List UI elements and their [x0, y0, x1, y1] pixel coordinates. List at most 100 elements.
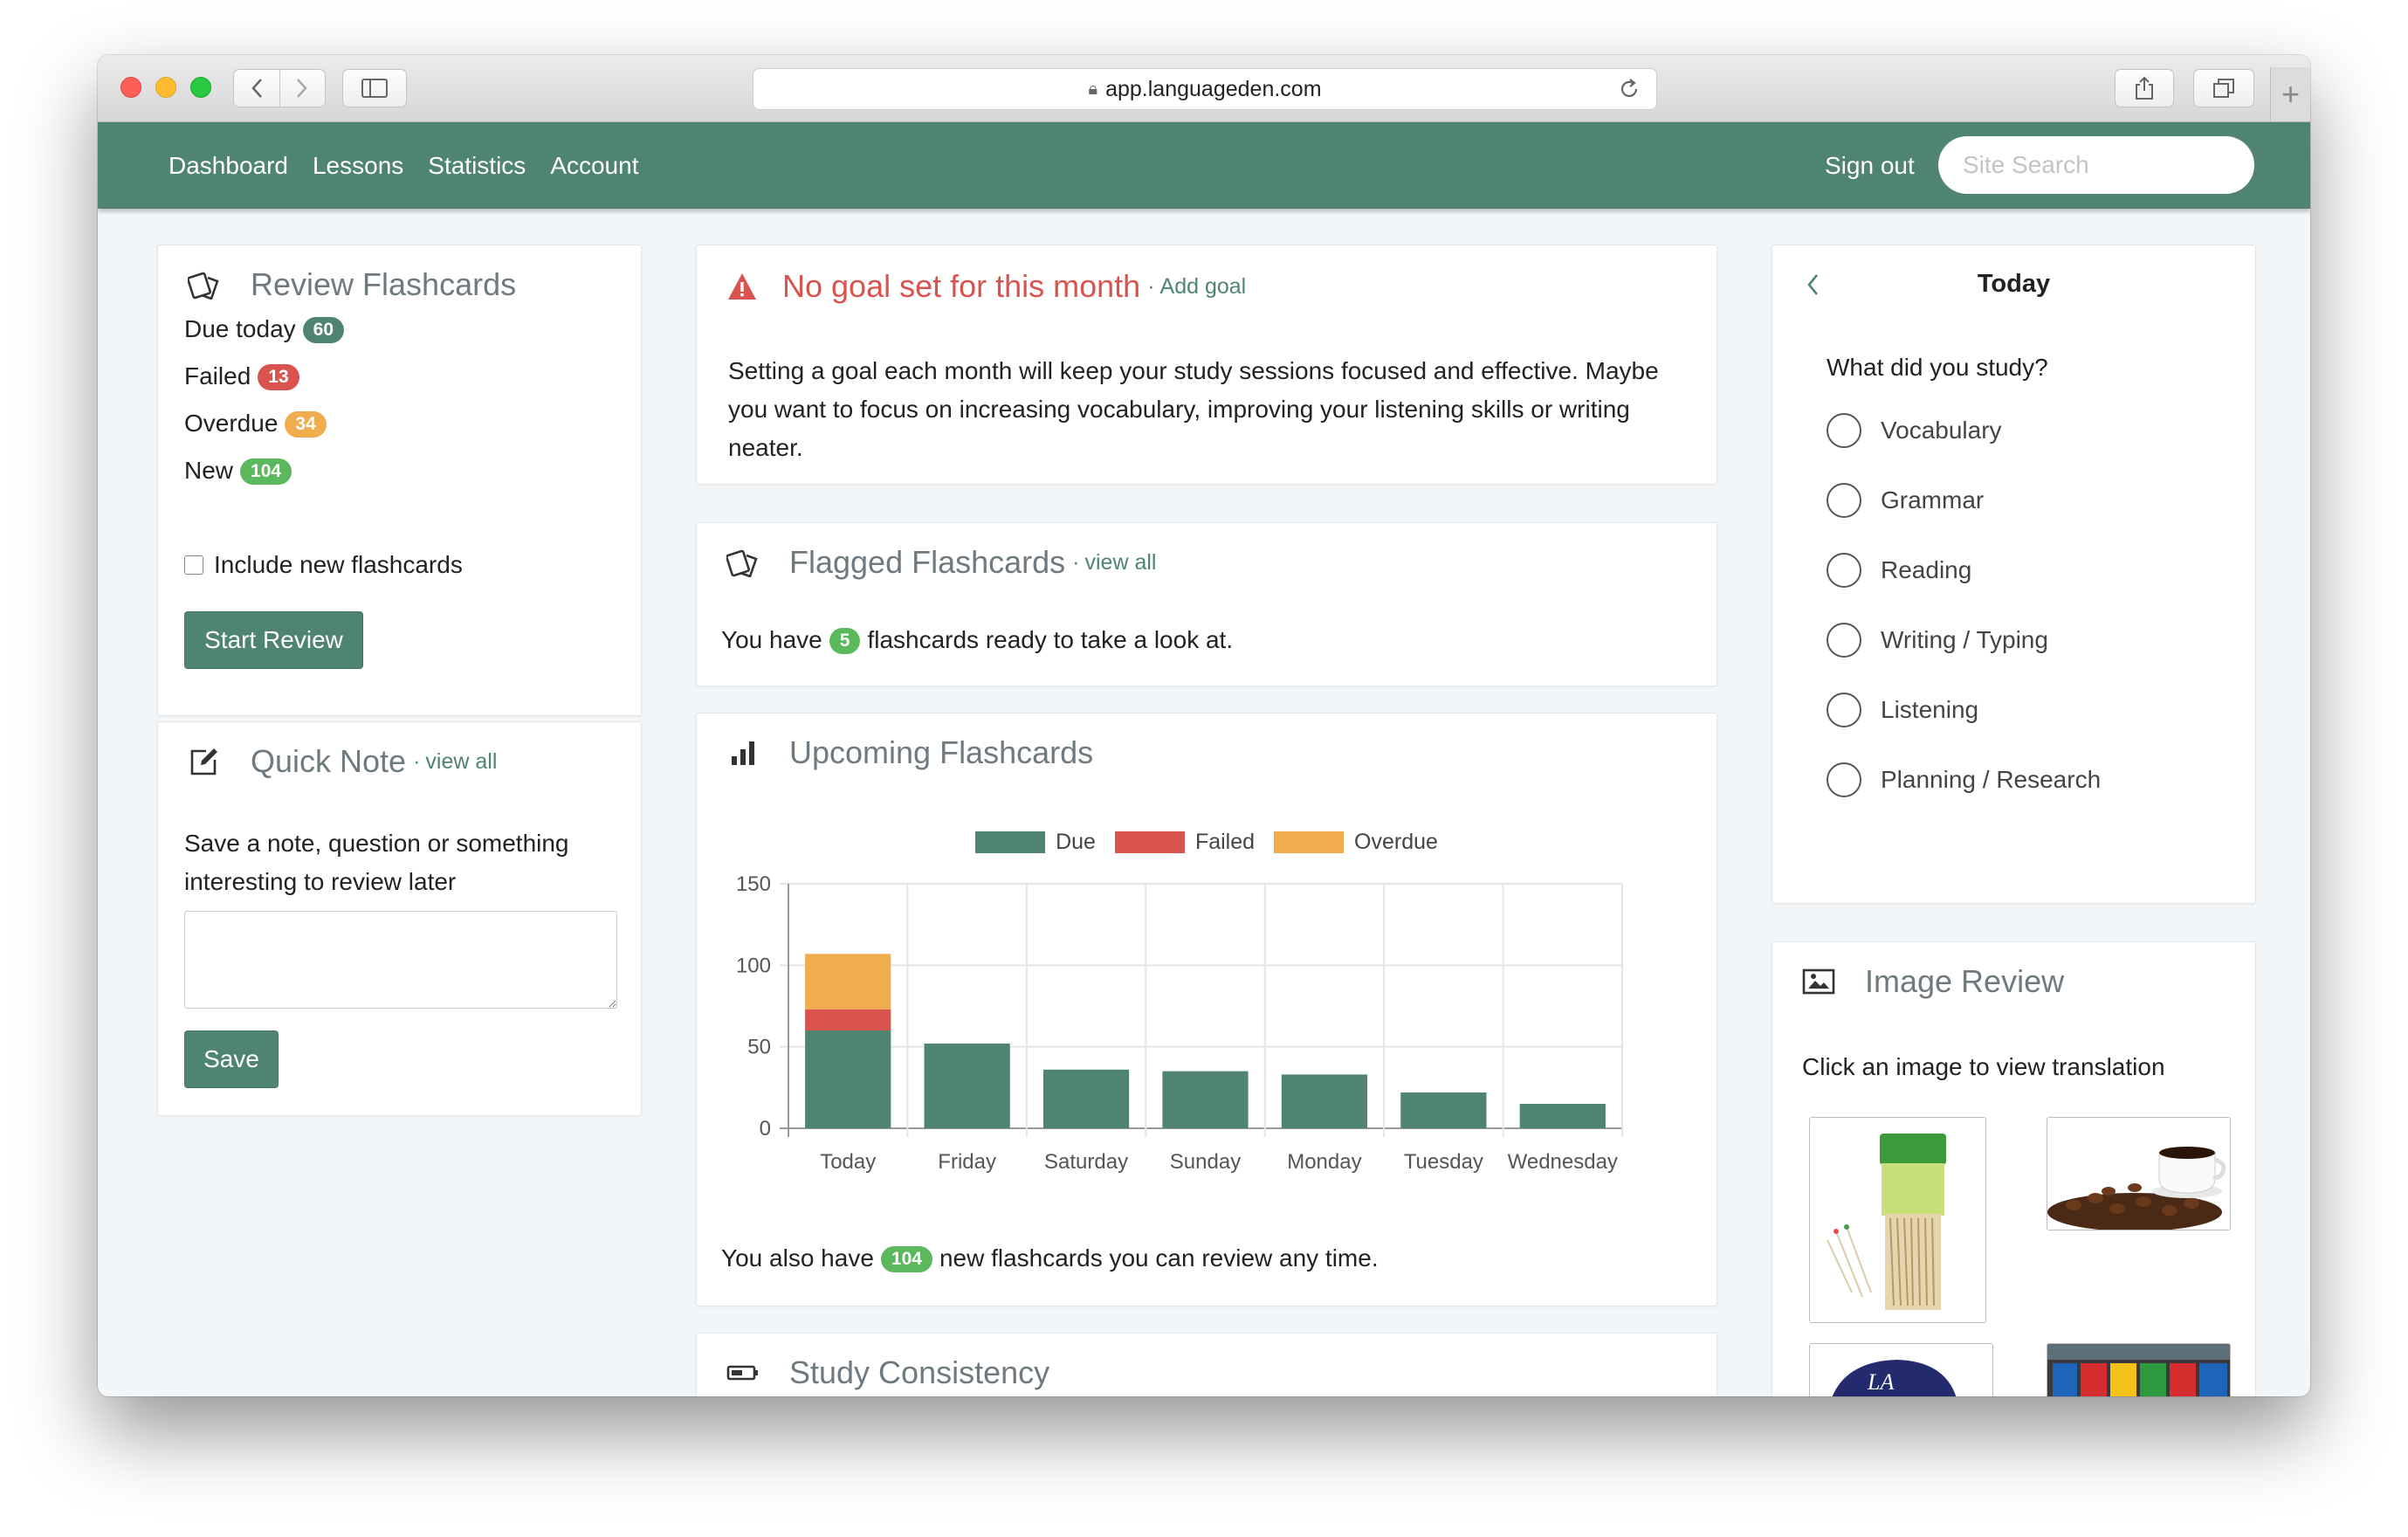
add-goal-link[interactable]: Add goal [1160, 274, 1247, 300]
tab-overview-button[interactable] [2193, 69, 2254, 107]
bar-due-today [805, 1030, 891, 1128]
y-tick-label: 0 [760, 1117, 771, 1141]
sidebar-toggle-button[interactable] [342, 69, 407, 107]
bar-overdue-today [805, 954, 891, 1010]
flagged-view-all-link[interactable]: view all [1085, 550, 1157, 576]
image-review-card: Image Review Click an image to view tran… [1772, 941, 2256, 1396]
legend-item-failed[interactable]: Failed [1114, 830, 1255, 855]
flashcards-icon [726, 546, 760, 579]
goal-description: Setting a goal each month will keep your… [728, 357, 1659, 461]
radio-button[interactable] [1827, 623, 1861, 658]
radio-button[interactable] [1827, 693, 1861, 727]
image-store-shelf[interactable] [2047, 1343, 2231, 1396]
close-window-button[interactable] [120, 77, 141, 98]
minimize-window-button[interactable] [155, 77, 176, 98]
flagged-header: Flagged Flashcards · view all [726, 544, 1156, 581]
sign-out-link[interactable]: Sign out [1825, 152, 1915, 180]
bar-chart-icon [726, 736, 760, 769]
radio-button[interactable] [1827, 483, 1861, 518]
quick-note-textarea[interactable] [184, 911, 617, 1009]
option-listening[interactable]: Listening [1827, 693, 1978, 727]
nav-dashboard[interactable]: Dashboard [169, 152, 288, 180]
x-tick-label: Monday [1287, 1150, 1361, 1174]
image-baseball-cap[interactable]: LA [1809, 1343, 1993, 1396]
browser-window: 🔒︎ app.languageden.com + Dashboard Lesso… [98, 55, 2310, 1396]
share-icon [2136, 76, 2153, 100]
site-search-input[interactable] [1938, 136, 2254, 194]
include-new-checkbox[interactable] [184, 555, 203, 575]
overdue-badge: 34 [285, 411, 327, 438]
upcoming-header: Upcoming Flashcards [726, 734, 1093, 771]
option-reading[interactable]: Reading [1827, 553, 1971, 588]
new-tab-button[interactable]: + [2270, 67, 2310, 121]
y-tick-label: 150 [736, 872, 771, 896]
goal-card: No goal set for this month · Add goal Se… [696, 245, 1717, 485]
sidebar-icon [361, 79, 388, 98]
goal-header: No goal set for this month · Add goal [726, 268, 1246, 305]
image-review-instructions: Click an image to view translation [1802, 1053, 2165, 1080]
review-flashcards-header: Review Flashcards [188, 266, 516, 303]
warning-icon [728, 273, 756, 300]
radio-button[interactable] [1827, 553, 1861, 588]
new-count-badge: 104 [880, 1246, 932, 1272]
image-icon [1802, 965, 1835, 998]
option-vocabulary[interactable]: Vocabulary [1827, 413, 2002, 448]
overdue-row: Overdue 34 [184, 410, 327, 438]
option-grammar[interactable]: Grammar [1827, 483, 1984, 518]
y-tick-label: 100 [736, 954, 771, 977]
consistency-header: Study Consistency [726, 1354, 1049, 1391]
nav-account[interactable]: Account [550, 152, 638, 180]
flagged-summary: You have 5 flashcards ready to take a look… [721, 626, 1234, 654]
x-tick-label: Saturday [1044, 1150, 1128, 1174]
image-coffee[interactable] [2047, 1117, 2231, 1230]
option-writing-typing[interactable]: Writing / Typing [1827, 623, 2048, 658]
lock-icon: 🔒︎ [1088, 79, 1098, 99]
history-nav [233, 69, 326, 107]
legend-item-overdue[interactable]: Overdue [1274, 830, 1438, 855]
quick-note-header: Quick Note · view all [188, 743, 497, 780]
bar-due-monday [1281, 1074, 1368, 1128]
bar-due-friday [924, 1043, 1010, 1128]
legend-item-due[interactable]: Due [975, 830, 1096, 855]
card-title: Study Consistency [789, 1354, 1050, 1390]
nav-statistics[interactable]: Statistics [428, 152, 526, 180]
x-tick-label: Today [820, 1150, 876, 1174]
share-button[interactable] [2115, 69, 2174, 107]
today-title: Today [1977, 270, 2051, 298]
include-new-label: Include new flashcards [214, 551, 463, 578]
start-review-button[interactable]: Start Review [184, 611, 363, 669]
quick-note-view-all-link[interactable]: view all [425, 749, 497, 775]
forward-button[interactable] [280, 70, 326, 107]
radio-button[interactable] [1827, 413, 1861, 448]
include-new-checkbox-row[interactable]: Include new flashcards [184, 551, 463, 579]
nav-lessons[interactable]: Lessons [313, 152, 403, 180]
address-bar[interactable]: 🔒︎ app.languageden.com [753, 68, 1657, 110]
option-planning-research[interactable]: Planning / Research [1827, 762, 2101, 797]
card-title: Quick Note [251, 743, 407, 779]
back-button[interactable] [234, 70, 279, 107]
flashcards-icon [188, 268, 221, 301]
new-badge: 104 [240, 458, 292, 485]
study-consistency-card: Study Consistency [696, 1333, 1717, 1396]
new-flashcards-summary: You also have 104 new flashcards you can r… [721, 1244, 1379, 1272]
zoom-window-button[interactable] [190, 77, 211, 98]
x-tick-label: Wednesday [1508, 1150, 1618, 1174]
bar-failed-today [805, 1009, 891, 1030]
bar-due-saturday [1042, 1069, 1130, 1128]
main-navbar: Dashboard Lessons Statistics Account Sig… [98, 122, 2310, 209]
save-note-button[interactable]: Save [184, 1030, 279, 1088]
bar-due-tuesday [1400, 1092, 1487, 1128]
battery-icon [726, 1356, 760, 1389]
due-today-row: Due today 60 [184, 315, 344, 343]
image-toothpicks[interactable] [1809, 1117, 1986, 1323]
upcoming-flashcards-card: Upcoming Flashcards Due Failed Overdue 0… [696, 713, 1717, 1306]
radio-button[interactable] [1827, 762, 1861, 797]
svg-text:LA: LA [1867, 1369, 1894, 1395]
image-review-header: Image Review [1802, 963, 2064, 1000]
x-tick-label: Friday [938, 1150, 996, 1174]
reload-icon[interactable] [1618, 78, 1641, 107]
quick-note-description: Save a note, question or something inter… [184, 830, 569, 895]
study-question: What did you study? [1827, 354, 2048, 381]
nav-links: Dashboard Lessons Statistics Account [169, 152, 638, 180]
bar-due-sunday [1162, 1071, 1249, 1128]
